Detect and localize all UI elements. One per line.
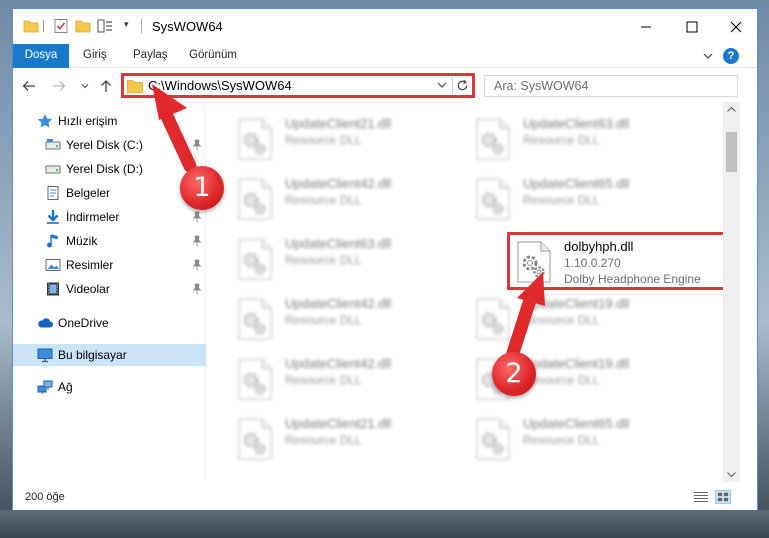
arrow-2-head: [517, 272, 545, 306]
step-badge-1: 1: [180, 166, 224, 210]
arrow-1-head: [152, 84, 187, 120]
arrow-2: [506, 293, 537, 360]
arrow-1: [158, 105, 197, 173]
annotation-arrows: [152, 84, 545, 360]
step-badge-2: 2: [492, 352, 536, 396]
